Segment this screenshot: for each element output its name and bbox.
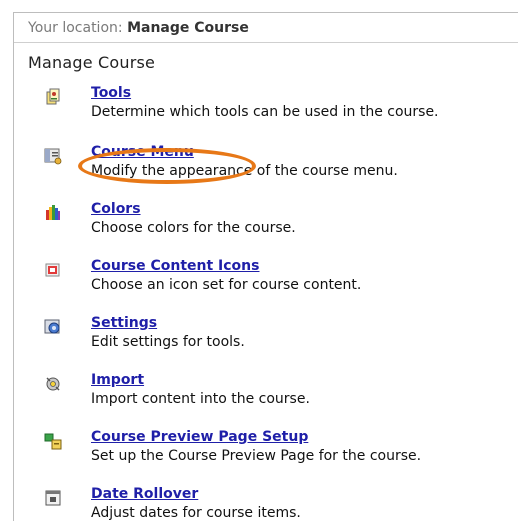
- breadcrumb-label: Your location:: [28, 20, 128, 36]
- list-item-import: Import Import content into the course.: [44, 372, 514, 416]
- preview-setup-icon: [44, 433, 62, 450]
- import-description: Import content into the course.: [91, 391, 310, 407]
- settings-link[interactable]: Settings: [91, 315, 157, 331]
- list-item-course-preview-page-setup: Course Preview Page Setup Set up the Cou…: [44, 429, 514, 473]
- list-item-colors: Colors Choose colors for the course.: [44, 201, 514, 245]
- course-preview-page-setup-link[interactable]: Course Preview Page Setup: [91, 429, 308, 445]
- tools-icon: [46, 88, 60, 105]
- list-item-settings: Settings Edit settings for tools.: [44, 315, 514, 359]
- settings-description: Edit settings for tools.: [91, 334, 245, 350]
- course-content-icons-description: Choose an icon set for course content.: [91, 277, 362, 293]
- course-content-icons-link[interactable]: Course Content Icons: [91, 258, 259, 274]
- course-menu-link[interactable]: Course Menu: [91, 144, 194, 160]
- course-menu-icon: [44, 148, 62, 165]
- content-icons-icon: [45, 263, 60, 277]
- breadcrumb: Your location: Manage Course: [14, 13, 518, 43]
- course-preview-page-setup-description: Set up the Course Preview Page for the c…: [91, 448, 422, 464]
- date-rollover-link[interactable]: Date Rollover: [91, 486, 198, 502]
- page-title: Manage Course: [28, 53, 156, 72]
- list-item-course-content-icons: Course Content Icons Choose an icon set …: [44, 258, 514, 302]
- list-item-tools: Tools Determine which tools can be used …: [44, 85, 514, 129]
- list-item-date-rollover: Date Rollover Adjust dates for course it…: [44, 486, 514, 530]
- breadcrumb-current: Manage Course: [127, 20, 249, 36]
- date-rollover-icon: [45, 490, 61, 506]
- colors-icon: [46, 205, 60, 220]
- manage-course-panel: Your location: Manage Course Manage Cour…: [13, 12, 518, 521]
- colors-description: Choose colors for the course.: [91, 220, 296, 236]
- list-item-course-menu: Course Menu Modify the appearance of the…: [44, 144, 514, 188]
- tools-link[interactable]: Tools: [91, 85, 131, 101]
- import-icon: [46, 377, 60, 391]
- date-rollover-description: Adjust dates for course items.: [91, 505, 301, 521]
- colors-link[interactable]: Colors: [91, 201, 141, 217]
- tools-description: Determine which tools can be used in the…: [91, 104, 439, 120]
- course-menu-description: Modify the appearance of the course menu…: [91, 163, 398, 179]
- settings-icon: [44, 319, 60, 334]
- import-link[interactable]: Import: [91, 372, 144, 388]
